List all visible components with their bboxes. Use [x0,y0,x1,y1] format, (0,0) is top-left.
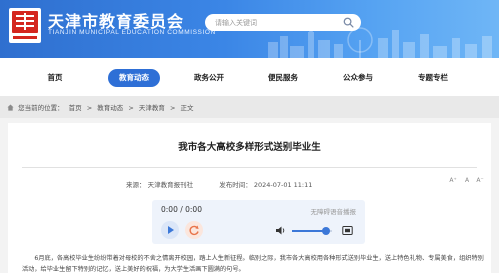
search-box [205,14,361,31]
date-value: 2024-07-01 11:11 [253,181,313,189]
article-title: 我市各大高校多样形式送别毕业生 [178,142,321,153]
font-decrease-button[interactable]: A⁻ [474,175,486,187]
site-header: 天津市教育委员会 TIANJIN MUNICIPAL EDUCATION COM… [0,0,499,58]
breadcrumb-item-tianjin-education[interactable]: 天津教育 [139,104,165,112]
breadcrumb-prefix: 您当前的位置： [18,104,64,112]
source-label: 来源： [126,181,146,189]
play-icon [168,226,174,234]
volume-slider-fill [292,230,326,232]
breadcrumb-item-home[interactable]: 首页 [69,104,82,112]
accessibility-voice-label: 无障碍语音播报 [310,208,357,216]
breadcrumb-item-education-news[interactable]: 教育动态 [97,104,123,112]
font-default-button[interactable]: A [461,175,473,187]
fullscreen-icon[interactable] [342,225,353,236]
audio-time: 0:00 / 0:00 [161,205,202,214]
search-input[interactable] [215,16,335,29]
search-icon[interactable] [343,17,354,28]
volume-icon[interactable] [276,226,286,235]
main-nav: 首页 教育动态 政务公开 便民服务 公众参与 专题专栏 [0,58,499,96]
play-button[interactable] [161,221,179,239]
replay-icon [189,225,199,236]
breadcrumb: 您当前的位置： 首页 > 教育动态 > 天津教育 > 正文 [0,96,499,118]
replay-button[interactable] [185,221,203,239]
site-logo[interactable] [9,8,41,43]
article-body: 6月底，各高校毕业生纷纷带着对母校的不舍之情离开校园，踏上人生新征程。临别之际，… [22,255,484,273]
volume-slider[interactable] [292,227,332,235]
nav-item-education-news[interactable]: 教育动态 [108,69,160,87]
article-meta: 来源： 天津教育报刊社 发布时间： 2024-07-01 11:11 [126,179,312,189]
date-label: 发布时间： [219,181,252,189]
logo-seal-icon [12,11,38,33]
volume-slider-handle[interactable] [322,227,330,235]
font-increase-button[interactable]: A⁺ [447,175,459,187]
nav-item-home[interactable]: 首页 [33,69,77,87]
breadcrumb-separator: > [169,104,176,112]
nav-item-public-services[interactable]: 便民服务 [261,69,305,87]
home-icon [7,104,14,111]
breadcrumb-separator: > [128,104,134,112]
source-value: 天津教育报刊社 [147,181,194,189]
title-divider [22,167,477,168]
nav-item-government-affairs[interactable]: 政务公开 [187,69,231,87]
nav-item-public-participation[interactable]: 公众参与 [336,69,380,87]
breadcrumb-separator: > [86,104,93,112]
site-subtitle: TIANJIN MUNICIPAL EDUCATION COMMISSION [48,29,216,36]
audio-player: 0:00 / 0:00 无障碍语音播报 [152,200,365,244]
nav-item-special-topics[interactable]: 专题专栏 [411,69,455,87]
breadcrumb-item-current: 正文 [180,104,194,112]
article-card: 我市各大高校多样形式送别毕业生 来源： 天津教育报刊社 发布时间： 2024-0… [8,123,491,273]
